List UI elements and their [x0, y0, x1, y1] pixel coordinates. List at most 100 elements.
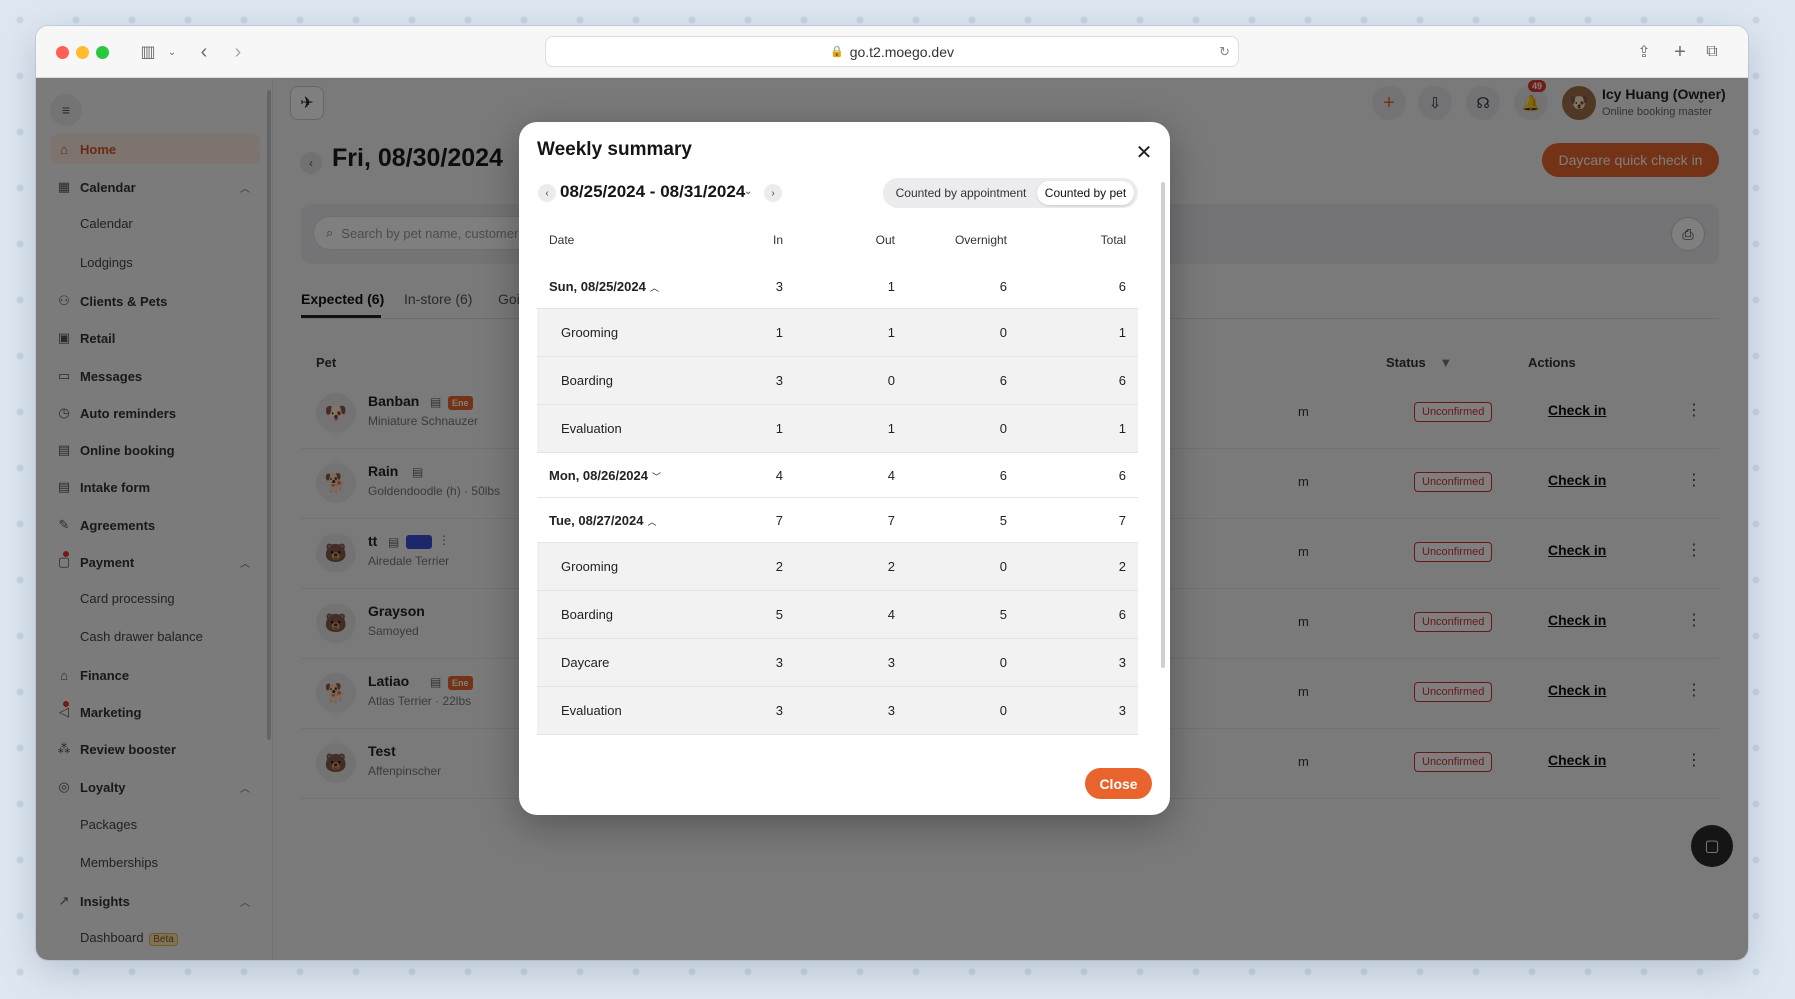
- cell-total: 1: [1118, 421, 1126, 436]
- close-window-button[interactable]: [56, 46, 69, 59]
- cell-in: 1: [775, 325, 783, 340]
- cell-out: 1: [887, 421, 895, 436]
- sidebar-toggle-icon[interactable]: ▥: [136, 40, 160, 64]
- cell-total: 1: [1118, 325, 1126, 340]
- service-label: Evaluation: [561, 421, 622, 436]
- column-header-date: Date: [549, 233, 575, 247]
- service-row: Grooming 1 1 0 1: [537, 309, 1138, 357]
- service-label: Boarding: [561, 373, 613, 388]
- row-label: Evaluation: [561, 703, 622, 718]
- service-label: Daycare: [561, 655, 609, 670]
- chevron-up-icon[interactable]: ︿: [650, 283, 659, 293]
- cell-in: 7: [775, 513, 783, 528]
- row-label: Boarding: [561, 373, 614, 388]
- cell-total: 6: [1118, 279, 1126, 294]
- row-label: Boarding: [561, 607, 614, 622]
- back-icon[interactable]: ‹: [192, 40, 216, 64]
- reload-icon[interactable]: ↻: [1219, 44, 1230, 60]
- lock-icon: 🔒: [830, 46, 844, 58]
- day-row[interactable]: Mon, 08/26/2024 ﹀ 4 4 6 6: [537, 453, 1138, 498]
- row-label: Mon, 08/26/2024: [549, 468, 648, 483]
- cell-out: 7: [887, 513, 895, 528]
- cell-out: 0: [887, 373, 895, 388]
- cell-total: 3: [1118, 655, 1126, 670]
- cell-in: 1: [775, 421, 783, 436]
- modal-scrollbar[interactable]: [1161, 182, 1165, 668]
- cell-total: 7: [1118, 513, 1126, 528]
- cell-out: 1: [887, 325, 895, 340]
- cell-total: 6: [1118, 607, 1126, 622]
- url-bar[interactable]: 🔒 go.t2.moego.dev ↻: [545, 36, 1239, 67]
- service-row: Daycare 3 3 0 3: [537, 639, 1138, 687]
- service-label: Grooming: [561, 559, 618, 574]
- cell-overnight: 0: [999, 421, 1007, 436]
- counted-by-appointment-option[interactable]: Counted by appointment: [887, 181, 1035, 205]
- chevron-up-icon[interactable]: ︿: [647, 517, 656, 527]
- cell-out: 4: [887, 468, 895, 483]
- row-label: Daycare: [561, 655, 610, 670]
- cell-overnight: 5: [999, 513, 1007, 528]
- cell-overnight: 6: [999, 373, 1007, 388]
- browser-window: ▥ ⌄ ‹ › 🔒 go.t2.moego.dev ↻ ⇪ + ⧉ ≡ ⌂ Ho…: [36, 26, 1748, 960]
- day-row[interactable]: Wed, 08/28/2024﹀6478: [537, 735, 1138, 750]
- day-row[interactable]: Tue, 08/27/2024 ︿ 7 7 5 7: [537, 498, 1138, 543]
- service-label: Boarding: [561, 607, 613, 622]
- new-tab-icon[interactable]: +: [1668, 40, 1692, 64]
- day-row[interactable]: Sun, 08/25/2024 ︿ 3 1 6 6: [537, 264, 1138, 309]
- chevron-down-icon[interactable]: ⌄: [744, 186, 752, 197]
- cell-overnight: 0: [999, 655, 1007, 670]
- column-header-in: In: [772, 233, 783, 247]
- row-label: Sun, 08/25/2024: [549, 279, 646, 294]
- close-button[interactable]: Close: [1085, 768, 1152, 799]
- service-row: Grooming 2 2 0 2: [537, 543, 1138, 591]
- cell-overnight: 5: [999, 607, 1007, 622]
- next-week-button[interactable]: ›: [764, 184, 782, 202]
- cell-in: 3: [775, 373, 783, 388]
- prev-week-button[interactable]: ‹: [538, 184, 556, 202]
- summary-table: Date In Out Overnight Total Sun, 08/25/2…: [537, 218, 1138, 750]
- cell-out: 3: [887, 703, 895, 718]
- zoom-window-button[interactable]: [96, 46, 109, 59]
- weekly-summary-modal: Weekly summary ✕ ‹ 08/25/2024 - 08/31/20…: [519, 122, 1170, 815]
- tabs-overview-icon[interactable]: ⧉: [1700, 40, 1724, 64]
- service-label: Grooming: [561, 325, 618, 340]
- cell-out: 1: [887, 279, 895, 294]
- minimize-window-button[interactable]: [76, 46, 89, 59]
- day-label: Sun, 08/25/2024 ︿: [549, 279, 659, 294]
- close-icon[interactable]: ✕: [1132, 140, 1156, 164]
- cell-total: 3: [1118, 703, 1126, 718]
- cell-in: 2: [775, 559, 783, 574]
- day-label: Tue, 08/27/2024 ︿: [549, 513, 656, 528]
- column-header-overnight: Overnight: [954, 233, 1007, 247]
- service-row: Evaluation 3 3 0 3: [537, 687, 1138, 735]
- service-label: Evaluation: [561, 703, 622, 718]
- service-row: Boarding 5 4 5 6: [537, 591, 1138, 639]
- row-label: Grooming: [561, 559, 619, 574]
- row-label: Tue, 08/27/2024: [549, 513, 644, 528]
- date-range-selector[interactable]: 08/25/2024 - 08/31/2024: [560, 182, 745, 202]
- cell-out: 3: [887, 655, 895, 670]
- counted-by-pet-option[interactable]: Counted by pet: [1037, 181, 1134, 205]
- chevron-down-icon[interactable]: ﹀: [652, 472, 661, 482]
- column-header-out: Out: [875, 233, 895, 247]
- cell-in: 5: [775, 607, 783, 622]
- cell-overnight: 0: [999, 559, 1007, 574]
- cell-total: 2: [1118, 559, 1126, 574]
- service-row: Boarding 3 0 6 6: [537, 357, 1138, 405]
- cell-overnight: 0: [999, 703, 1007, 718]
- cell-overnight: 6: [999, 468, 1007, 483]
- cell-total: 6: [1118, 373, 1126, 388]
- cell-out: 4: [887, 607, 895, 622]
- share-icon[interactable]: ⇪: [1632, 40, 1656, 64]
- cell-in: 3: [775, 703, 783, 718]
- cell-overnight: 0: [999, 325, 1007, 340]
- row-label: Evaluation: [561, 421, 622, 436]
- browser-chrome: ▥ ⌄ ‹ › 🔒 go.t2.moego.dev ↻ ⇪ + ⧉: [36, 26, 1748, 78]
- url-text: go.t2.moego.dev: [849, 43, 954, 60]
- forward-icon[interactable]: ›: [226, 40, 250, 64]
- cell-overnight: 6: [999, 279, 1007, 294]
- cell-in: 3: [775, 279, 783, 294]
- count-mode-toggle: Counted by appointment Counted by pet: [883, 178, 1138, 208]
- cell-in: 4: [775, 468, 783, 483]
- chevron-down-icon[interactable]: ⌄: [160, 40, 184, 64]
